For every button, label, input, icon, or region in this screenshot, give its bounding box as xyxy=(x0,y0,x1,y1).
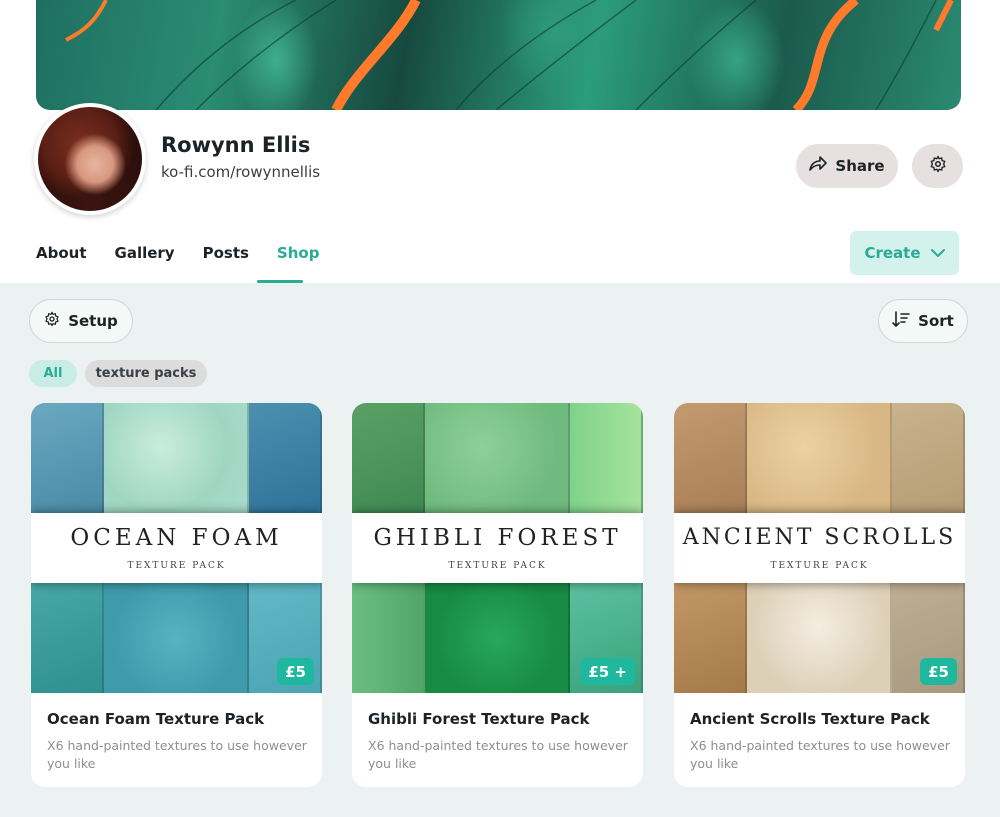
product-card[interactable]: ANCIENT SCROLLS TEXTURE PACK £5 Ancient … xyxy=(674,403,965,787)
texture-swatch xyxy=(31,583,105,693)
texture-swatch xyxy=(747,583,892,693)
product-image: GHIBLI FOREST TEXTURE PACK £5 + xyxy=(352,403,643,693)
price-badge: £5 xyxy=(277,658,314,685)
texture-swatch xyxy=(104,583,249,693)
cover-band: GHIBLI FOREST TEXTURE PACK xyxy=(352,513,643,583)
texture-swatch xyxy=(674,403,748,513)
cover-title: OCEAN FOAM xyxy=(70,525,283,551)
product-title[interactable]: Ancient Scrolls Texture Pack xyxy=(690,710,930,728)
profile-name: Rowynn Ellis xyxy=(161,133,311,157)
texture-swatch xyxy=(248,403,322,513)
texture-swatch xyxy=(747,403,892,513)
texture-swatch xyxy=(104,403,249,513)
cover-subtitle: TEXTURE PACK xyxy=(127,561,226,571)
texture-swatch xyxy=(31,403,105,513)
texture-swatch xyxy=(425,583,570,693)
sort-label: Sort xyxy=(918,312,954,330)
share-button[interactable]: Share xyxy=(796,144,898,188)
cover-title: GHIBLI FOREST xyxy=(373,525,622,551)
cover-subtitle: TEXTURE PACK xyxy=(448,561,547,571)
texture-swatch xyxy=(891,403,965,513)
cover-band: ANCIENT SCROLLS TEXTURE PACK xyxy=(674,513,965,583)
product-image: ANCIENT SCROLLS TEXTURE PACK £5 xyxy=(674,403,965,693)
product-description: X6 hand-painted textures to use however … xyxy=(368,738,628,771)
product-image: OCEAN FOAM TEXTURE PACK £5 xyxy=(31,403,322,693)
gear-icon xyxy=(44,311,60,331)
cover-title: ANCIENT SCROLLS xyxy=(682,525,957,550)
texture-swatch xyxy=(425,403,570,513)
profile-tabs: About Gallery Posts Shop xyxy=(36,244,319,262)
setup-button[interactable]: Setup xyxy=(29,299,133,343)
profile-banner xyxy=(36,0,961,110)
share-icon xyxy=(809,156,828,176)
tab-about[interactable]: About xyxy=(36,244,87,262)
texture-swatch xyxy=(352,403,426,513)
gear-icon xyxy=(929,155,947,177)
product-card[interactable]: GHIBLI FOREST TEXTURE PACK £5 + Ghibli F… xyxy=(352,403,643,787)
product-title[interactable]: Ocean Foam Texture Pack xyxy=(47,710,264,728)
texture-swatch xyxy=(569,403,643,513)
avatar[interactable] xyxy=(34,103,146,215)
settings-button[interactable] xyxy=(912,144,963,188)
texture-swatch xyxy=(352,583,426,693)
banner-artwork xyxy=(65,0,954,110)
product-title[interactable]: Ghibli Forest Texture Pack xyxy=(368,710,590,728)
price-badge: £5 xyxy=(920,658,957,685)
tab-shop[interactable]: Shop xyxy=(277,244,320,262)
sort-button[interactable]: Sort xyxy=(878,299,968,343)
setup-label: Setup xyxy=(68,312,118,330)
create-button[interactable]: Create xyxy=(850,231,959,275)
chevron-down-icon xyxy=(930,244,945,262)
filter-chip-all[interactable]: All xyxy=(29,360,77,387)
tab-posts[interactable]: Posts xyxy=(203,244,249,262)
texture-swatch xyxy=(674,583,748,693)
cover-subtitle: TEXTURE PACK xyxy=(770,561,869,571)
filter-chip-texture-packs[interactable]: texture packs xyxy=(85,360,207,387)
profile-url[interactable]: ko-fi.com/rowynnellis xyxy=(161,163,320,181)
product-description: X6 hand-painted textures to use however … xyxy=(690,738,950,771)
price-badge: £5 + xyxy=(580,658,635,685)
product-description: X6 hand-painted textures to use however … xyxy=(47,738,307,771)
create-label: Create xyxy=(864,244,921,262)
cover-band: OCEAN FOAM TEXTURE PACK xyxy=(31,513,322,583)
sort-icon xyxy=(892,311,910,331)
tab-gallery[interactable]: Gallery xyxy=(115,244,175,262)
share-label: Share xyxy=(835,157,885,175)
product-card[interactable]: OCEAN FOAM TEXTURE PACK £5 Ocean Foam Te… xyxy=(31,403,322,787)
